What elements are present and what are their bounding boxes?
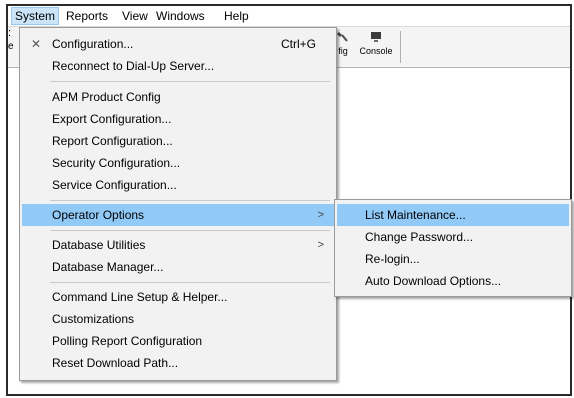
menu-separator (50, 81, 330, 82)
menu-item-label: Security Configuration... (52, 156, 181, 170)
menu-item-customizations[interactable]: Customizations (22, 308, 334, 330)
menu-item-label: Database Manager... (52, 260, 164, 274)
menu-item-label: Reconnect to Dial-Up Server... (52, 59, 215, 73)
menu-item-label: Polling Report Configuration (52, 334, 203, 348)
config-icon (337, 32, 348, 42)
menu-item-configuration[interactable]: ✕ Configuration... Ctrl+G (22, 33, 334, 55)
toolbar-separator (400, 31, 401, 63)
menu-item-report-configuration[interactable]: Report Configuration... (22, 130, 334, 152)
submenu-arrow-icon: > (317, 209, 324, 221)
console-button-label: Console (359, 46, 393, 56)
menu-item-database-utilities[interactable]: Database Utilities > (22, 234, 334, 256)
console-icon (371, 32, 381, 42)
menu-item-label: Reset Download Path... (52, 356, 179, 370)
operator-options-submenu: List Maintenance... Change Password... R… (334, 199, 572, 297)
toolbar-edge-glyph-2: e (8, 41, 14, 52)
menu-item-security-configuration[interactable]: Security Configuration... (22, 152, 334, 174)
menu-item-label: Report Configuration... (52, 134, 173, 148)
submenu-arrow-icon: > (317, 239, 324, 251)
submenu-item-label: Change Password... (365, 230, 474, 244)
menu-item-command-line-setup[interactable]: Command Line Setup & Helper... (22, 286, 334, 308)
menu-item-label: Customizations (52, 312, 135, 326)
menu-item-reset-download-path[interactable]: Reset Download Path... (22, 352, 334, 374)
menu-item-reconnect-dialup[interactable]: Reconnect to Dial-Up Server... (22, 55, 334, 77)
menu-item-operator-options[interactable]: Operator Options > (22, 204, 334, 226)
menu-item-shortcut: Ctrl+G (280, 37, 316, 51)
submenu-item-label: Auto Download Options... (365, 274, 502, 288)
submenu-item-auto-download-options[interactable]: Auto Download Options... (337, 270, 569, 292)
menu-item-label: Command Line Setup & Helper... (52, 290, 228, 304)
toolbar-edge-glyph: : (8, 27, 12, 39)
menu-item-label: Operator Options (52, 208, 145, 222)
menu-item-service-configuration[interactable]: Service Configuration... (22, 174, 334, 196)
menu-bar: System Reports View Windows Help (8, 6, 570, 27)
menu-reports[interactable]: Reports (63, 8, 111, 24)
menu-view[interactable]: View (119, 8, 151, 24)
menu-help[interactable]: Help (221, 8, 252, 24)
menu-separator (50, 282, 330, 283)
menu-system[interactable]: System (11, 7, 60, 25)
tools-icon: ✕ (31, 37, 42, 51)
menu-item-export-configuration[interactable]: Export Configuration... (22, 108, 334, 130)
menu-separator (50, 230, 330, 231)
menu-item-polling-report-configuration[interactable]: Polling Report Configuration (22, 330, 334, 352)
submenu-item-list-maintenance[interactable]: List Maintenance... (337, 204, 569, 226)
submenu-item-label: Re-login... (365, 252, 420, 266)
menu-item-database-manager[interactable]: Database Manager... (22, 256, 334, 278)
system-menu-dropdown: ✕ Configuration... Ctrl+G Reconnect to D… (19, 27, 337, 381)
menu-item-label: Export Configuration... (52, 112, 172, 126)
submenu-item-change-password[interactable]: Change Password... (337, 226, 569, 248)
menu-item-apm-product-config[interactable]: APM Product Config (22, 86, 334, 108)
menu-item-label: Configuration... (52, 37, 134, 51)
menu-item-label: APM Product Config (52, 90, 161, 104)
menu-windows[interactable]: Windows (153, 8, 208, 24)
submenu-item-label: List Maintenance... (365, 208, 466, 222)
menu-separator (50, 200, 330, 201)
menu-item-label: Database Utilities (52, 238, 146, 252)
menu-item-label: Service Configuration... (52, 178, 177, 192)
console-toolbar-button[interactable]: Console (356, 30, 396, 64)
submenu-item-re-login[interactable]: Re-login... (337, 248, 569, 270)
